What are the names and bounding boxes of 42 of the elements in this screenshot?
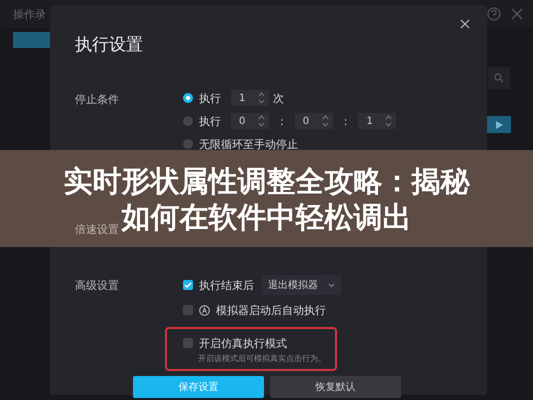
time-separator: : bbox=[344, 114, 348, 128]
checkbox[interactable] bbox=[183, 305, 193, 315]
banner-title: 如何在软件中轻松调出 bbox=[122, 198, 412, 234]
option-description: 开启该模式后可模拟真实点击行为。 bbox=[197, 353, 327, 364]
option-label: 模拟器启动后自动执行 bbox=[216, 302, 326, 318]
stepper-icon[interactable] bbox=[385, 115, 392, 127]
radio-button[interactable] bbox=[183, 139, 193, 149]
number-field[interactable]: 0 bbox=[294, 113, 333, 129]
stepper-icon[interactable] bbox=[258, 115, 265, 127]
stepper-icon[interactable] bbox=[258, 92, 265, 104]
dropdown[interactable]: 退出模拟器 bbox=[262, 275, 341, 295]
field-label: 高级设置 bbox=[75, 278, 120, 294]
radio-button[interactable] bbox=[183, 93, 193, 103]
window-title: 操作录 bbox=[13, 6, 46, 22]
option-label: 执行 bbox=[199, 90, 221, 106]
stepper-icon[interactable] bbox=[322, 115, 329, 127]
reset-button[interactable]: 恢复默认 bbox=[270, 376, 401, 398]
help-icon[interactable] bbox=[487, 7, 501, 21]
option-label: 无限循环至手动停止 bbox=[199, 136, 298, 152]
caret-icon bbox=[328, 282, 335, 288]
field-label: 倍速设置 bbox=[75, 222, 120, 237]
option-label: 执行 bbox=[199, 114, 221, 128]
search-button[interactable] bbox=[488, 67, 510, 89]
option-label: 开启仿真执行模式 bbox=[199, 336, 287, 350]
dialog-title: 执行设置 bbox=[75, 34, 144, 56]
play-icon bbox=[495, 120, 503, 128]
number-field[interactable]: 0 bbox=[231, 113, 269, 129]
number-field[interactable]: 1 bbox=[358, 113, 396, 129]
letter-circle-icon bbox=[199, 304, 210, 316]
radio-button[interactable] bbox=[183, 116, 193, 126]
checkbox[interactable] bbox=[183, 338, 193, 348]
search-icon bbox=[494, 73, 504, 83]
option-label: 执行结束后 bbox=[199, 278, 254, 292]
field-label: 停止条件 bbox=[75, 92, 120, 108]
unit-label: 次 bbox=[273, 90, 284, 106]
close-icon[interactable] bbox=[460, 19, 470, 29]
time-separator: : bbox=[280, 114, 284, 128]
number-field[interactable]: 1 bbox=[231, 90, 269, 106]
play-button[interactable] bbox=[487, 116, 511, 133]
add-button[interactable] bbox=[13, 32, 53, 48]
banner-title: 实时形状属性调整全攻略：揭秘 bbox=[64, 162, 470, 198]
checkbox[interactable] bbox=[183, 280, 193, 290]
